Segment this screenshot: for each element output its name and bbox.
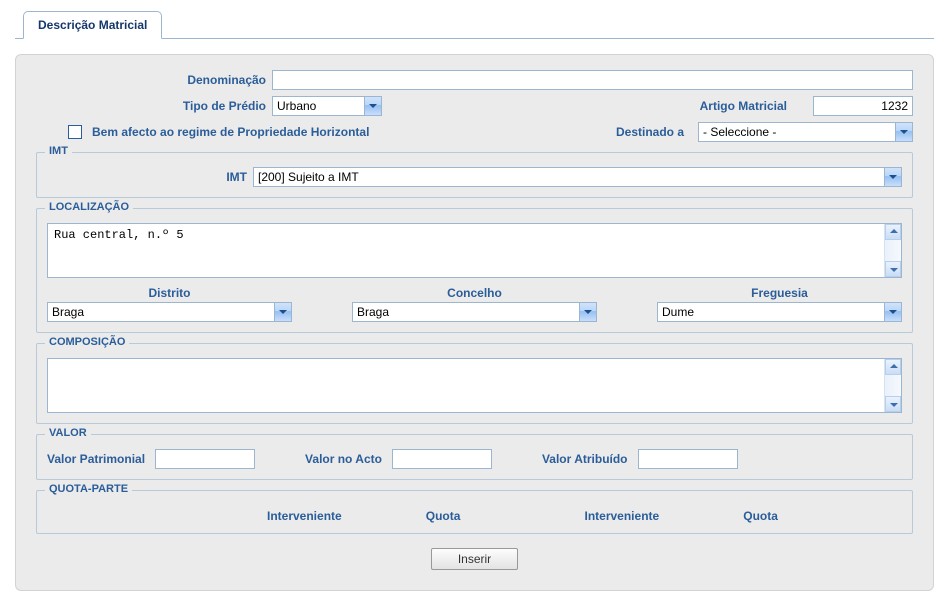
tipo-predio-select[interactable]: Urbano — [272, 96, 382, 116]
valor-atribuido-label: Valor Atribuído — [542, 452, 628, 466]
artigo-matricial-label: Artigo Matricial — [700, 99, 787, 113]
quota-col-interveniente-2: Interveniente — [585, 509, 744, 523]
tab-strip: Descrição Matricial — [15, 10, 934, 39]
composicao-textarea-wrap — [47, 358, 902, 413]
localizacao-group: LOCALIZAÇÃO Distrito Braga Concelho — [36, 208, 913, 333]
tipo-predio-label: Tipo de Prédio — [36, 99, 266, 113]
main-panel: Denominação Tipo de Prédio Urbano Artigo… — [15, 54, 934, 591]
denominacao-input[interactable] — [272, 70, 913, 90]
distrito-label: Distrito — [47, 286, 292, 300]
valor-patrimonial-label: Valor Patrimonial — [47, 452, 145, 466]
imt-group: IMT IMT [200] Sujeito a IMT — [36, 152, 913, 198]
valor-group-title: VALOR — [45, 427, 91, 439]
tab-descricao-matricial[interactable]: Descrição Matricial — [23, 11, 162, 39]
localizacao-textarea[interactable] — [48, 224, 883, 274]
artigo-matricial-input[interactable] — [813, 96, 913, 116]
valor-acto-label: Valor no Acto — [305, 452, 382, 466]
bem-afecto-checkbox[interactable] — [68, 125, 82, 139]
bem-afecto-label: Bem afecto ao regime de Propriedade Hori… — [92, 125, 369, 139]
imt-label: IMT — [47, 170, 247, 184]
destinado-a-select-wrap: - Seleccione - — [698, 122, 913, 142]
scrollbar[interactable] — [884, 224, 901, 277]
distrito-select[interactable]: Braga — [47, 302, 292, 322]
quota-col-interveniente-1: Interveniente — [267, 509, 426, 523]
scrollbar[interactable] — [884, 359, 901, 412]
composicao-textarea[interactable] — [48, 359, 883, 409]
destinado-a-label: Destinado a — [616, 125, 684, 139]
valor-acto-input[interactable] — [392, 449, 492, 469]
composicao-group-title: COMPOSIÇÃO — [45, 336, 129, 348]
imt-select[interactable]: [200] Sujeito a IMT — [253, 167, 902, 187]
quota-col-quota-2: Quota — [743, 509, 902, 523]
freguesia-label: Freguesia — [657, 286, 902, 300]
scroll-up-icon[interactable] — [885, 224, 901, 240]
imt-select-wrap: [200] Sujeito a IMT — [253, 167, 902, 187]
freguesia-select-wrap: Dume — [657, 302, 902, 322]
scroll-down-icon[interactable] — [885, 261, 901, 277]
concelho-select-wrap: Braga — [352, 302, 597, 322]
distrito-select-wrap: Braga — [47, 302, 292, 322]
imt-group-title: IMT — [45, 145, 72, 157]
localizacao-textarea-wrap — [47, 223, 902, 278]
localizacao-group-title: LOCALIZAÇÃO — [45, 201, 133, 213]
quota-parte-group-title: QUOTA-PARTE — [45, 483, 132, 495]
tipo-predio-select-wrap: Urbano — [272, 96, 382, 116]
quota-col-quota-1: Quota — [426, 509, 585, 523]
quota-parte-group: QUOTA-PARTE Interveniente Quota Interven… — [36, 490, 913, 534]
valor-atribuido-input[interactable] — [638, 449, 738, 469]
scroll-up-icon[interactable] — [885, 359, 901, 375]
valor-patrimonial-input[interactable] — [155, 449, 255, 469]
scroll-down-icon[interactable] — [885, 396, 901, 412]
destinado-a-select[interactable]: - Seleccione - — [698, 122, 913, 142]
composicao-group: COMPOSIÇÃO — [36, 343, 913, 424]
inserir-button[interactable]: Inserir — [431, 548, 518, 570]
freguesia-select[interactable]: Dume — [657, 302, 902, 322]
denominacao-label: Denominação — [36, 73, 266, 87]
concelho-label: Concelho — [352, 286, 597, 300]
valor-group: VALOR Valor Patrimonial Valor no Acto Va… — [36, 434, 913, 480]
concelho-select[interactable]: Braga — [352, 302, 597, 322]
